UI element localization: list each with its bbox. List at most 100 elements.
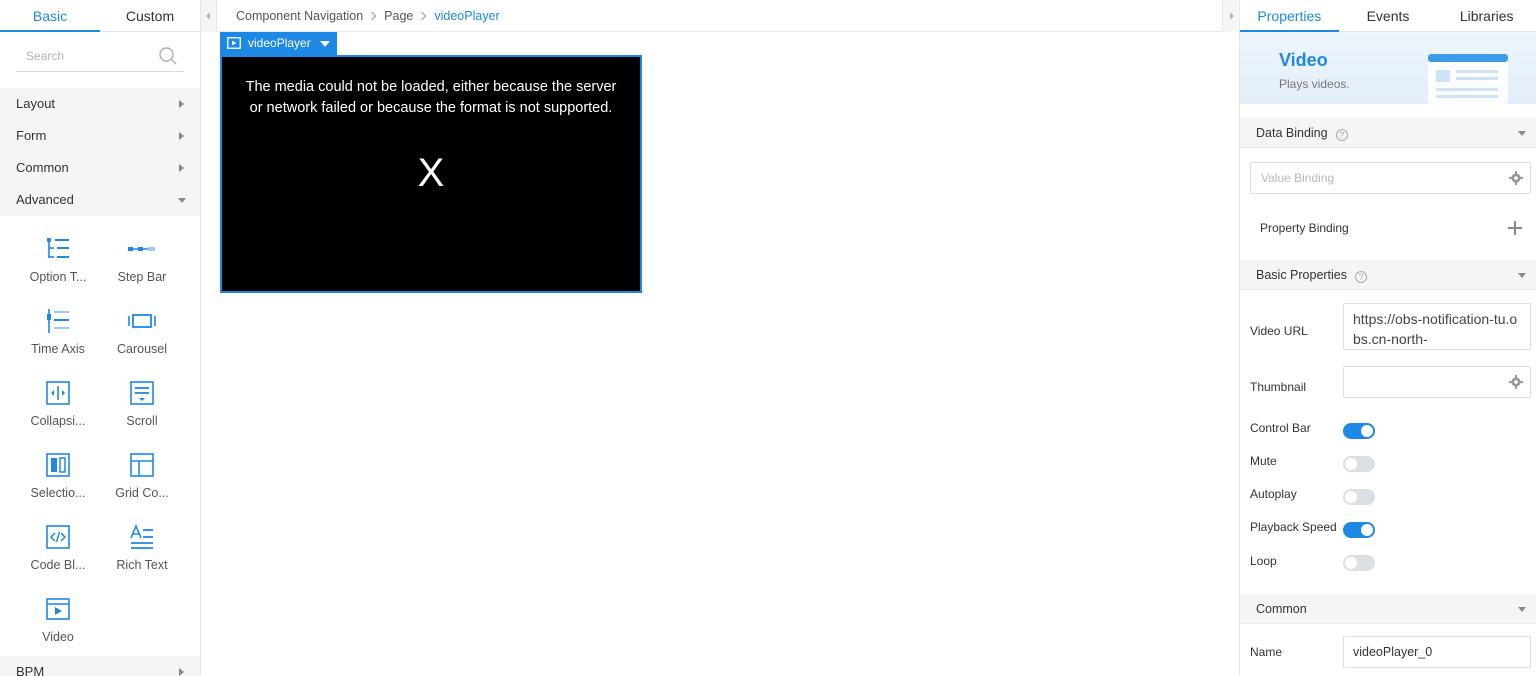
tab-custom[interactable]: Custom <box>100 0 200 31</box>
chevron-left-icon <box>206 12 210 20</box>
component-label: Collapsi... <box>30 414 86 428</box>
chevron-down-icon <box>1518 607 1526 612</box>
tab-basic[interactable]: Basic <box>0 0 100 31</box>
component-scroll[interactable]: Scroll <box>100 380 184 428</box>
collapse-right-panel-handle[interactable] <box>1222 0 1238 32</box>
caret-down-icon[interactable] <box>320 41 330 47</box>
gear-icon[interactable] <box>1509 171 1523 185</box>
playback-speed-label: Playback Speed <box>1250 520 1337 534</box>
chevron-down-icon <box>1518 273 1526 278</box>
breadcrumb: Component Navigation Page videoPlayer <box>218 0 1222 32</box>
collapse-left-panel-handle[interactable] <box>201 0 217 32</box>
data-binding-body: Property Binding <box>1240 148 1536 260</box>
video-url-input[interactable]: https://obs-notification-tu.obs.cn-north… <box>1343 303 1531 350</box>
component-label: Carousel <box>116 342 168 356</box>
gear-icon[interactable] <box>1509 375 1523 389</box>
video-error-mark: X <box>417 151 445 195</box>
chevron-right-icon <box>179 132 184 140</box>
control-bar-label: Control Bar <box>1250 421 1311 435</box>
section-data-binding[interactable]: Data Binding? <box>1240 118 1536 148</box>
video-error-line: or network failed or because the format … <box>249 100 613 116</box>
add-property-binding-icon[interactable] <box>1508 221 1522 235</box>
tab-properties[interactable]: Properties <box>1240 0 1339 31</box>
breadcrumb-item-page[interactable]: Page <box>384 9 413 23</box>
thumbnail-input[interactable] <box>1343 366 1531 398</box>
section-title: Common <box>1256 602 1307 616</box>
time-axis-icon <box>47 309 69 333</box>
video-illustration-icon <box>1428 54 1508 104</box>
toggle-knob <box>1361 425 1373 437</box>
playback-speed-toggle[interactable] <box>1343 522 1375 538</box>
component-option-tree[interactable]: Option T... <box>16 236 100 284</box>
component-time-axis[interactable]: Time Axis <box>16 308 100 356</box>
carousel-icon <box>128 314 156 328</box>
component-selection[interactable]: Selectio... <box>16 452 100 500</box>
chevron-down-icon <box>1518 131 1526 136</box>
section-title: Basic Properties <box>1256 268 1348 282</box>
mute-toggle[interactable] <box>1343 456 1375 472</box>
video-error-line: The media could not be loaded, either be… <box>245 79 617 95</box>
name-input[interactable]: videoPlayer_0 <box>1343 636 1531 668</box>
video-icon <box>46 598 70 620</box>
category-layout[interactable]: Layout <box>0 88 200 120</box>
section-title: Data Binding <box>1256 126 1328 140</box>
component-tag-label: videoPlayer <box>248 36 311 50</box>
search-icon[interactable] <box>158 46 178 66</box>
mute-label: Mute <box>1250 454 1277 468</box>
category-bpm[interactable]: BPM <box>0 656 200 676</box>
video-player[interactable]: The media could not be loaded, either be… <box>220 55 642 293</box>
chevron-right-icon <box>367 11 377 21</box>
chevron-right-icon <box>179 100 184 108</box>
category-label: Common <box>16 160 69 175</box>
code-block-icon <box>46 525 70 549</box>
value-binding-field <box>1250 162 1531 194</box>
component-collapsible[interactable]: Collapsi... <box>16 380 100 428</box>
name-label: Name <box>1250 645 1283 659</box>
component-carousel[interactable]: Carousel <box>100 308 184 356</box>
loop-toggle[interactable] <box>1343 555 1375 571</box>
chevron-right-icon <box>179 668 184 676</box>
section-basic-properties[interactable]: Basic Properties? <box>1240 260 1536 290</box>
library-tabs: Basic Custom <box>0 0 200 32</box>
properties-panel: Properties Events Libraries Video Plays … <box>1239 0 1536 676</box>
basic-properties-body: Video URL https://obs-notification-tu.ob… <box>1240 290 1536 594</box>
category-advanced[interactable]: Advanced <box>0 184 200 216</box>
component-grid-container[interactable]: Grid Co... <box>100 452 184 500</box>
autoplay-label: Autoplay <box>1250 487 1297 501</box>
component-library-panel: Basic Custom Layout Form Common Advanced <box>0 0 201 676</box>
component-description: Plays videos. <box>1279 77 1350 91</box>
component-code-block[interactable]: Code Bl... <box>16 524 100 572</box>
component-step-bar[interactable]: Step Bar <box>100 236 184 284</box>
component-label: Selectio... <box>30 486 86 500</box>
component-label: Scroll <box>126 414 158 428</box>
component-grid: Option T... Step Bar Time Axis Carousel … <box>0 216 200 656</box>
value-binding-input[interactable] <box>1251 163 1491 193</box>
control-bar-toggle[interactable] <box>1343 423 1375 439</box>
category-common[interactable]: Common <box>0 152 200 184</box>
selected-component-tag[interactable]: videoPlayer <box>220 32 337 55</box>
chevron-right-icon <box>1230 12 1234 20</box>
section-common[interactable]: Common <box>1240 594 1536 624</box>
component-video[interactable]: Video <box>16 596 100 644</box>
thumbnail-label: Thumbnail <box>1250 380 1307 394</box>
toggle-knob <box>1345 557 1357 569</box>
app-root: Basic Custom Layout Form Common Advanced <box>0 0 1536 676</box>
autoplay-toggle[interactable] <box>1343 489 1375 505</box>
active-tab-indicator <box>0 30 100 32</box>
help-icon[interactable]: ? <box>1335 129 1348 141</box>
scroll-icon <box>130 381 154 405</box>
component-search <box>16 42 184 72</box>
component-info-banner: Video Plays videos. <box>1240 32 1536 104</box>
breadcrumb-item-current: videoPlayer <box>434 9 500 23</box>
toggle-knob <box>1361 524 1373 536</box>
component-rich-text[interactable]: Rich Text <box>100 524 184 572</box>
category-form[interactable]: Form <box>0 120 200 152</box>
component-label: Grid Co... <box>115 486 169 500</box>
rich-text-icon <box>130 524 153 549</box>
breadcrumb-item-component-navigation[interactable]: Component Navigation <box>236 9 363 23</box>
option-tree-icon <box>47 238 69 258</box>
tab-libraries[interactable]: Libraries <box>1437 0 1536 31</box>
help-icon[interactable]: ? <box>1355 271 1368 283</box>
tab-events[interactable]: Events <box>1339 0 1438 31</box>
